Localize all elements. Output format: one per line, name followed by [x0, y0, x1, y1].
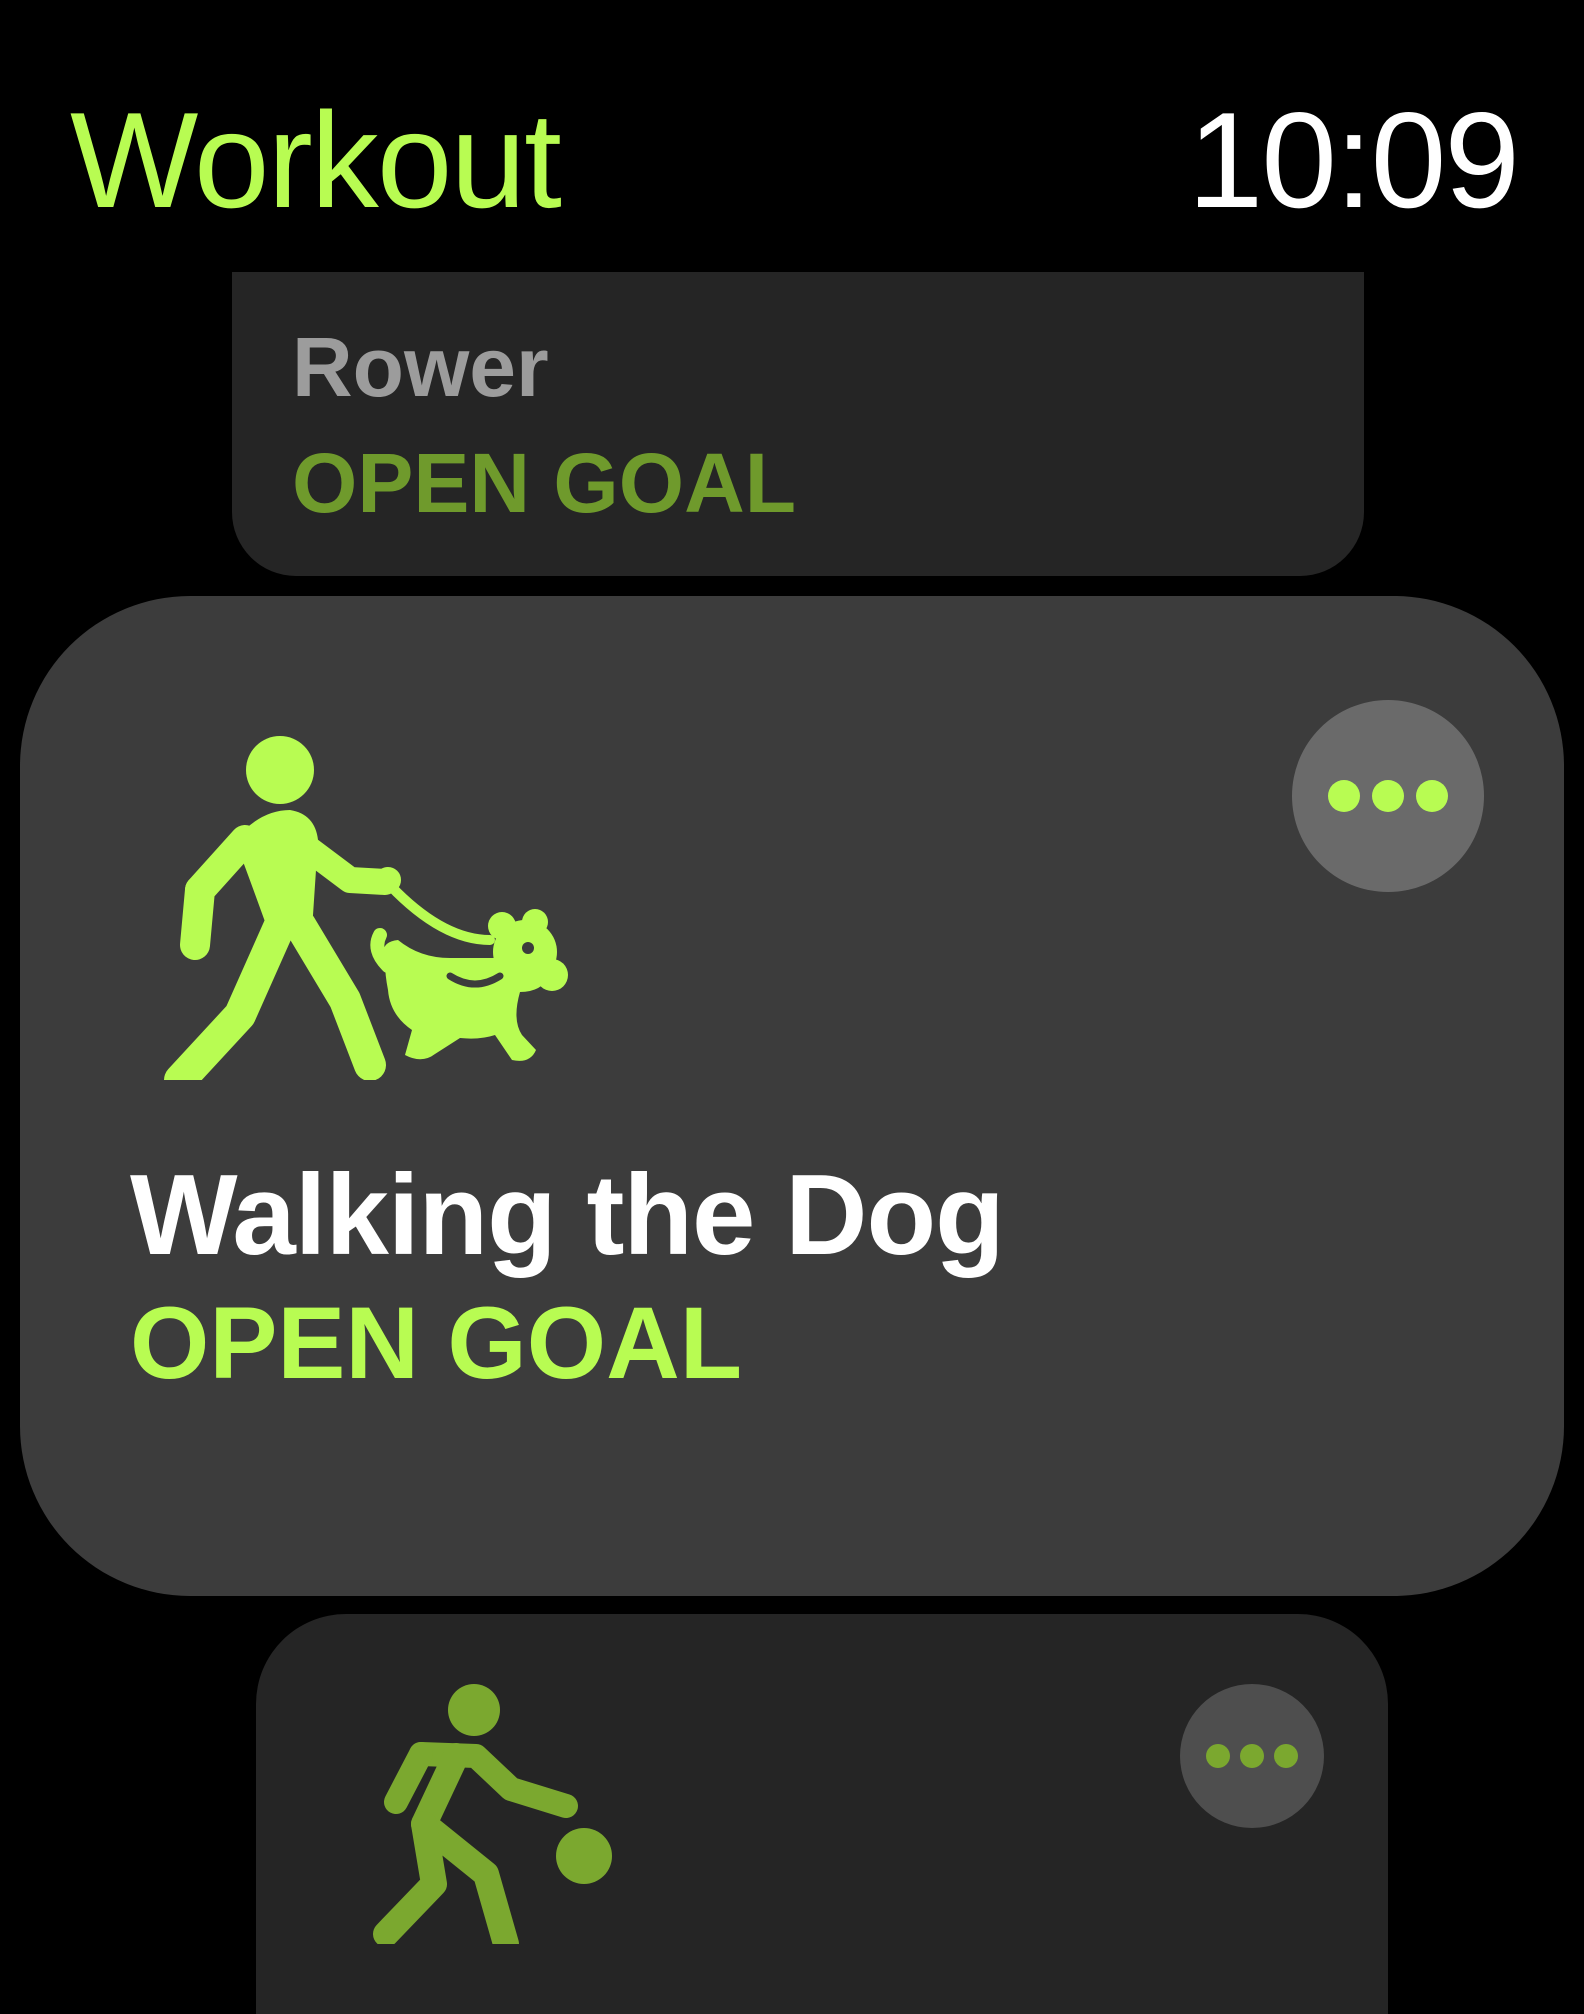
workout-goal: OPEN GOAL: [292, 436, 797, 530]
workout-card-rower[interactable]: Rower OPEN GOAL: [232, 272, 1364, 576]
status-bar: Workout 10:09: [0, 0, 1584, 260]
more-options-button[interactable]: [1292, 700, 1484, 892]
app-title: Workout: [70, 84, 562, 236]
ellipsis-dot-icon: [1240, 1744, 1264, 1768]
ellipsis-dot-icon: [1328, 780, 1360, 812]
clock: 10:09: [1187, 84, 1520, 236]
basketball-player-icon: [373, 1684, 612, 1944]
workout-card-basketball[interactable]: [256, 1614, 1388, 2014]
ellipsis-dot-icon: [1372, 780, 1404, 812]
ellipsis-dot-icon: [1416, 780, 1448, 812]
ellipsis-dot-icon: [1274, 1744, 1298, 1768]
workout-name: Walking the Dog: [130, 1152, 1005, 1279]
walking-dog-icon: [164, 736, 568, 1080]
workout-name: Rower: [292, 320, 549, 414]
workout-card-walking-the-dog[interactable]: Walking the Dog OPEN GOAL: [20, 596, 1564, 1596]
more-options-button[interactable]: [1180, 1684, 1324, 1828]
workout-goal: OPEN GOAL: [130, 1286, 743, 1400]
ellipsis-dot-icon: [1206, 1744, 1230, 1768]
